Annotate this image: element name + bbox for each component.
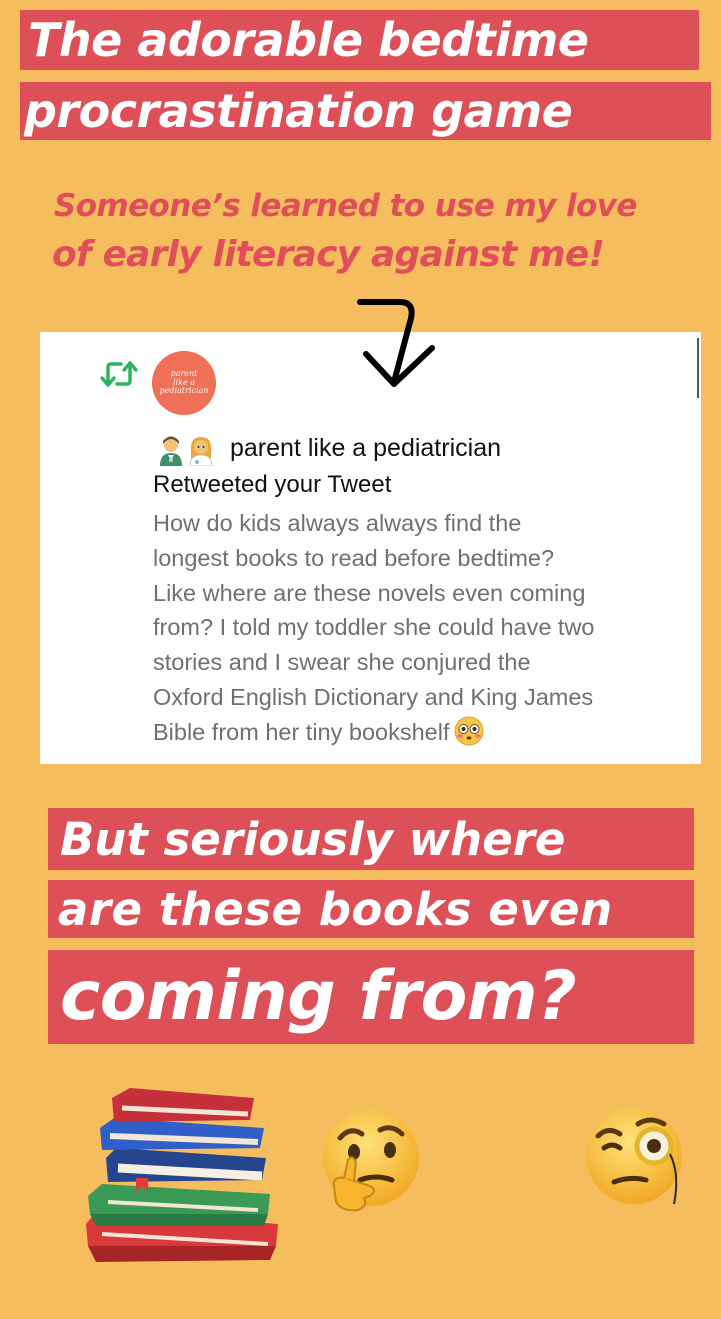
tweet-line-4: from? I told my toddler she could have t… [153,614,595,641]
tweet-line-6: Oxford English Dictionary and King James [153,683,594,710]
curved-down-arrow-icon [357,299,435,387]
health-worker-emoji-icon [160,436,182,466]
tweet-line-5: stories and I swear she conjured the [153,649,531,676]
account-name[interactable]: parent like a pediatrician [230,434,501,463]
tweet-text[interactable]: How do kids always always find the longe… [153,506,688,750]
title-line-1: The adorable bedtime [20,10,699,70]
subtitle-line-2: of early literacy against me! [52,234,605,275]
avatar[interactable]: parent like a pediatrician [152,351,216,415]
woman-emoji-icon [189,437,213,466]
subtitle-line-1: Someone’s learned to use my love [54,188,637,224]
tweet-line-3: Like where are these novels even coming [153,579,586,606]
thinking-face-emoji-icon [323,1110,419,1212]
books-emoji-icon [86,1088,278,1262]
question-line-3: coming from? [48,950,694,1044]
retweet-action-text: Retweeted your Tweet [153,471,392,498]
scrollbar[interactable] [697,338,699,398]
tweet-line-7-wrap: Bible from her tiny bookshelf [153,715,688,750]
face-with-monocle-emoji-icon [586,1108,682,1205]
tweet-notification-card[interactable]: parent like a pediatrician parent like a… [40,332,701,764]
avatar-text-3: pediatrician [159,386,209,396]
question-line-1: But seriously where [48,808,694,870]
tweet-line-7: Bible from her tiny bookshelf [153,718,450,745]
title-line-2: procrastination game [20,82,711,140]
tweet-line-1: How do kids always always find the [153,510,522,536]
tweet-line-2: longest books to read before bedtime? [153,544,555,571]
question-line-2: are these books even [48,880,694,938]
flushed-face-emoji-icon [454,716,484,746]
retweet-icon [100,361,138,387]
